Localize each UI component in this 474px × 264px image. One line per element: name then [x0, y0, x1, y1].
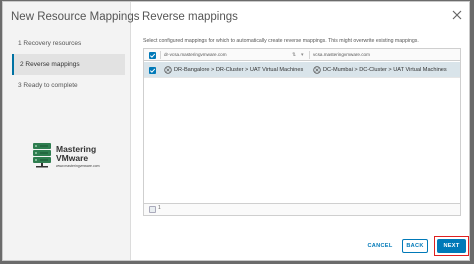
back-button[interactable]: BACK	[402, 239, 428, 253]
wizard-content: Reverse mappings Select configured mappi…	[132, 2, 469, 260]
column-header-source[interactable]: dr-vcsa.masteringvmware.com	[164, 49, 227, 61]
checkmark-icon	[149, 53, 156, 58]
cancel-button[interactable]: CANCEL	[365, 239, 395, 253]
table-row[interactable]: DR-Bangalore > DR-Cluster > UAT Virtual …	[144, 62, 460, 78]
grid-header: dr-vcsa.masteringvmware.com ⇅ ▾ vcsa.mas…	[144, 49, 460, 61]
grid-footer: 1	[144, 203, 460, 215]
wizard-dialog: New Resource Mappings 1 Recovery resourc…	[2, 1, 470, 261]
row-checkbox[interactable]	[149, 66, 156, 74]
step-ready-to-complete[interactable]: 3 Ready to complete	[12, 75, 125, 96]
checkmark-icon	[149, 68, 156, 73]
mastering-vmware-logo: Mastering VMware www.masteringvmware.com	[31, 143, 131, 173]
server-rack-icon	[33, 143, 51, 168]
column-separator	[309, 51, 310, 59]
selection-count: 1	[158, 205, 161, 211]
selection-count-checkbox	[149, 206, 156, 213]
folder-icon	[313, 66, 321, 74]
screen-background: New Resource Mappings 1 Recovery resourc…	[0, 0, 474, 264]
folder-icon	[164, 66, 172, 74]
target-path: DC-Mumbai > DC-Cluster > UAT Virtual Mac…	[323, 67, 447, 73]
mappings-grid: dr-vcsa.masteringvmware.com ⇅ ▾ vcsa.mas…	[143, 48, 461, 216]
wizard-sidebar: New Resource Mappings 1 Recovery resourc…	[3, 2, 139, 260]
next-button[interactable]: NEXT	[437, 239, 466, 253]
wizard-steps: 1 Recovery resources 2 Reverse mappings …	[12, 33, 125, 96]
logo-url: www.masteringvmware.com	[56, 164, 100, 168]
step-recovery-resources[interactable]: 1 Recovery resources	[12, 33, 125, 54]
step-reverse-mappings[interactable]: 2 Reverse mappings	[12, 54, 125, 75]
page-description: Select configured mappings for which to …	[143, 38, 419, 44]
column-header-target[interactable]: vcsa.masteringvmware.com	[313, 49, 370, 61]
page-title: Reverse mappings	[142, 11, 238, 23]
wizard-title: New Resource Mappings	[11, 11, 140, 23]
close-icon[interactable]	[451, 9, 463, 21]
source-path: DR-Bangalore > DR-Cluster > UAT Virtual …	[174, 67, 304, 73]
sort-icon[interactable]: ⇅	[292, 52, 296, 58]
column-separator	[160, 51, 161, 59]
select-all-checkbox[interactable]	[149, 51, 156, 59]
logo-line2: VMware	[56, 153, 89, 163]
filter-icon[interactable]: ▾	[301, 52, 304, 58]
